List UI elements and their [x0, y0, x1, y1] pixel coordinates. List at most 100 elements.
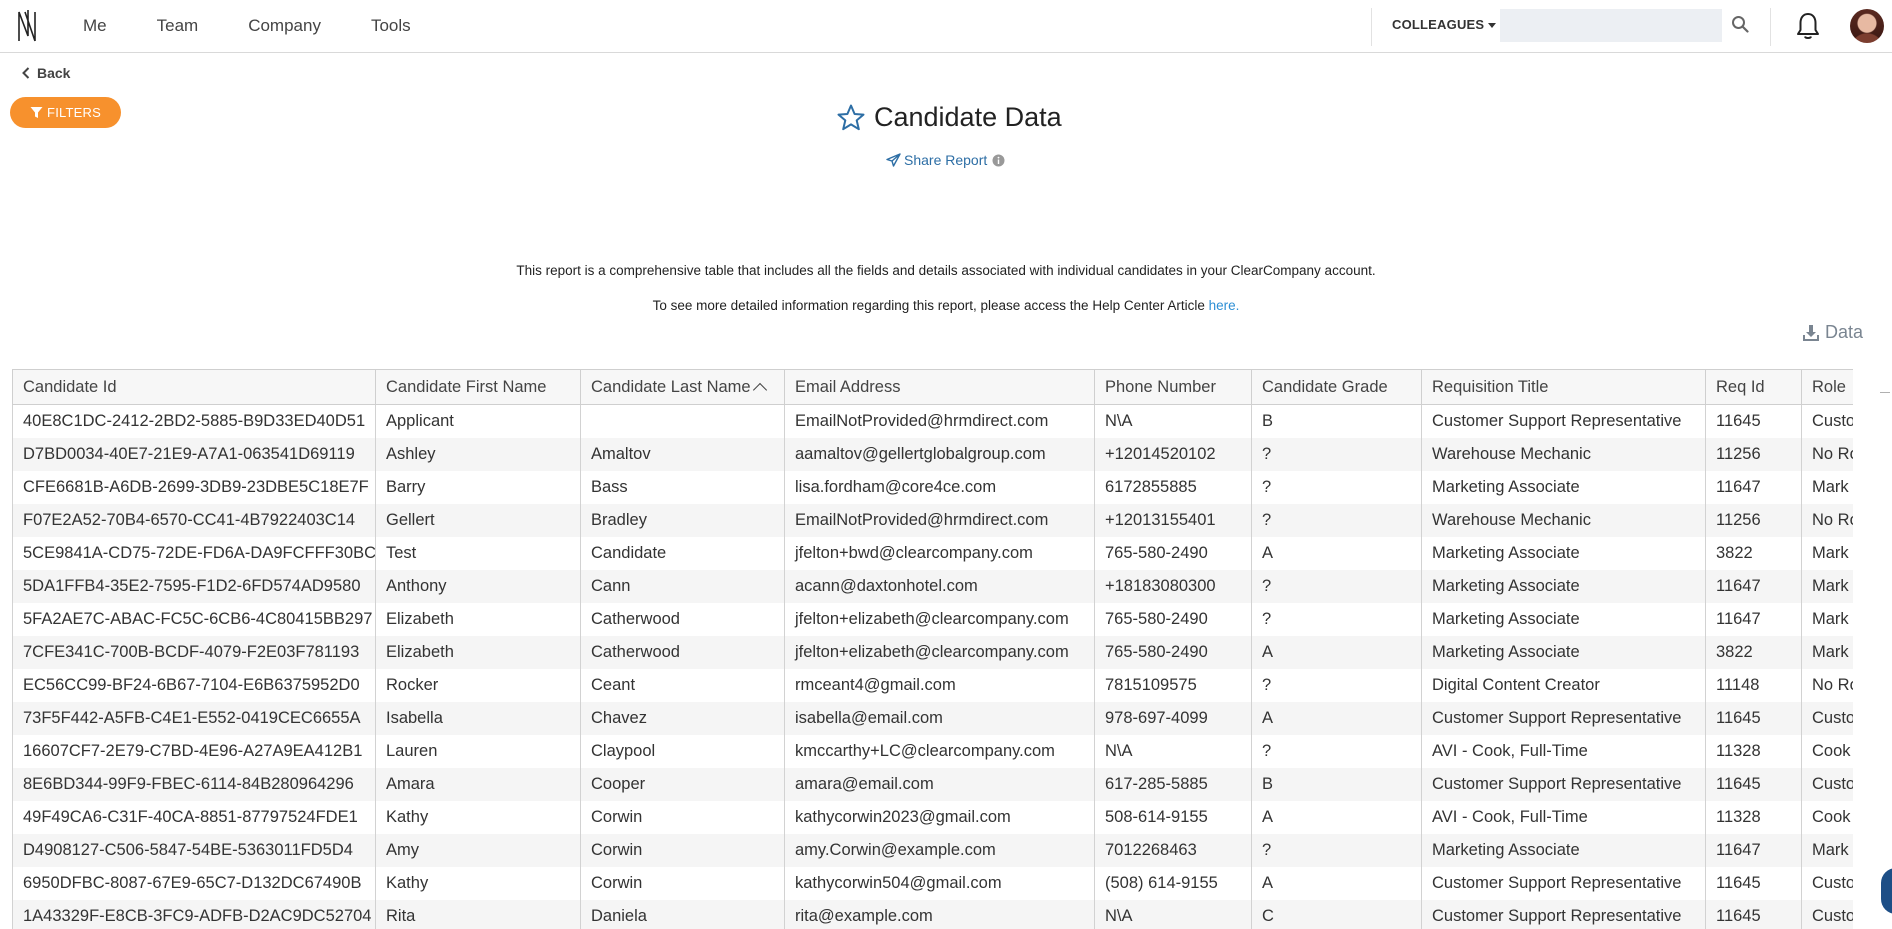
- nav-me[interactable]: Me: [83, 16, 107, 36]
- column-header[interactable]: Candidate Id: [13, 370, 376, 405]
- column-header-label: Candidate Id: [23, 378, 117, 396]
- table-row[interactable]: D7BD0034-40E7-21E9-A7A1-063541D69119Ashl…: [13, 438, 1854, 471]
- table-cell: 40E8C1DC-2412-2BD2-5885-B9D33ED40D51: [13, 405, 376, 439]
- table-cell: 765-580-2490: [1095, 537, 1252, 570]
- table-cell: Marketing Associate: [1422, 603, 1706, 636]
- download-data-label: Data: [1825, 322, 1863, 343]
- table-row[interactable]: 49F49CA6-C31F-40CA-8851-87797524FDE1Kath…: [13, 801, 1854, 834]
- nav-team[interactable]: Team: [157, 16, 199, 36]
- table-cell: 978-697-4099: [1095, 702, 1252, 735]
- table-cell: 7CFE341C-700B-BCDF-4079-F2E03F781193: [13, 636, 376, 669]
- table-body: 40E8C1DC-2412-2BD2-5885-B9D33ED40D51Appl…: [13, 405, 1854, 929]
- table-cell: C: [1252, 900, 1422, 929]
- table-cell: Mark: [1802, 570, 1854, 603]
- table-cell: lisa.fordham@core4ce.com: [785, 471, 1095, 504]
- column-header[interactable]: Role: [1802, 370, 1854, 405]
- column-header[interactable]: Candidate Grade: [1252, 370, 1422, 405]
- table-cell: 1A43329F-E8CB-3FC9-ADFB-D2AC9DC52704: [13, 900, 376, 929]
- nav-company[interactable]: Company: [248, 16, 321, 36]
- star-icon[interactable]: [836, 103, 866, 133]
- column-header[interactable]: Phone Number: [1095, 370, 1252, 405]
- info-icon[interactable]: [992, 154, 1005, 167]
- table-cell: EC56CC99-BF24-6B67-7104-E6B6375952D0: [13, 669, 376, 702]
- table-cell: Candidate: [581, 537, 785, 570]
- table-cell: Custo: [1802, 900, 1854, 929]
- sort-ascending-icon[interactable]: [753, 382, 767, 396]
- search-icon[interactable]: [1731, 15, 1749, 33]
- colleagues-dropdown[interactable]: COLLEAGUES: [1392, 17, 1496, 32]
- table-cell: Amara: [376, 768, 581, 801]
- table-cell: 7012268463: [1095, 834, 1252, 867]
- table-row[interactable]: 73F5F442-A5FB-C4E1-E552-0419CEC6655AIsab…: [13, 702, 1854, 735]
- table-row[interactable]: D4908127-C506-5847-54BE-5363011FD5D4AmyC…: [13, 834, 1854, 867]
- table-cell: 6172855885: [1095, 471, 1252, 504]
- table-row[interactable]: EC56CC99-BF24-6B67-7104-E6B6375952D0Rock…: [13, 669, 1854, 702]
- table-cell: Marketing Associate: [1422, 834, 1706, 867]
- table-row[interactable]: 5DA1FFB4-35E2-7595-F1D2-6FD574AD9580Anth…: [13, 570, 1854, 603]
- table-cell: rita@example.com: [785, 900, 1095, 929]
- avatar[interactable]: [1850, 9, 1884, 43]
- search-input[interactable]: [1500, 9, 1722, 42]
- table-cell: No Ro: [1802, 504, 1854, 537]
- table-cell: 11328: [1706, 735, 1802, 768]
- table-cell: 11645: [1706, 768, 1802, 801]
- candidate-table-container[interactable]: Candidate IdCandidate First NameCandidat…: [12, 369, 1853, 929]
- table-row[interactable]: 7CFE341C-700B-BCDF-4079-F2E03F781193Eliz…: [13, 636, 1854, 669]
- column-header[interactable]: Candidate First Name: [376, 370, 581, 405]
- table-row[interactable]: 8E6BD344-99F9-FBEC-6114-84B280964296Amar…: [13, 768, 1854, 801]
- table-cell: 11256: [1706, 504, 1802, 537]
- report-description: This report is a comprehensive table tha…: [0, 263, 1892, 278]
- table-cell: Catherwood: [581, 603, 785, 636]
- table-row[interactable]: 5FA2AE7C-ABAC-FC5C-6CB6-4C80415BB297Eliz…: [13, 603, 1854, 636]
- table-header-row: Candidate IdCandidate First NameCandidat…: [13, 370, 1854, 405]
- table-row[interactable]: 6950DFBC-8087-67E9-65C7-D132DC67490BKath…: [13, 867, 1854, 900]
- share-report-link[interactable]: Share Report: [886, 152, 1008, 168]
- table-cell: No Ro: [1802, 669, 1854, 702]
- column-header[interactable]: Req Id: [1706, 370, 1802, 405]
- table-cell: Customer Support Representative: [1422, 768, 1706, 801]
- table-cell: ?: [1252, 438, 1422, 471]
- scrollbar-indicator[interactable]: [1880, 392, 1890, 393]
- bell-icon[interactable]: [1795, 11, 1821, 41]
- paper-plane-icon: [886, 153, 901, 167]
- table-cell: D7BD0034-40E7-21E9-A7A1-063541D69119: [13, 438, 376, 471]
- table-row[interactable]: 40E8C1DC-2412-2BD2-5885-B9D33ED40D51Appl…: [13, 405, 1854, 439]
- table-cell: acann@daxtonhotel.com: [785, 570, 1095, 603]
- column-header[interactable]: Candidate Last Name: [581, 370, 785, 405]
- table-cell: [581, 405, 785, 439]
- table-cell: A: [1252, 867, 1422, 900]
- back-link[interactable]: Back: [22, 65, 70, 81]
- download-data-button[interactable]: Data: [1802, 322, 1863, 343]
- help-center-link[interactable]: here.: [1209, 298, 1240, 313]
- table-row[interactable]: F07E2A52-70B4-6570-CC41-4B7922403C14Gell…: [13, 504, 1854, 537]
- table-row[interactable]: 16607CF7-2E79-C7BD-4E96-A27A9EA412B1Laur…: [13, 735, 1854, 768]
- table-cell: Cooper: [581, 768, 785, 801]
- table-cell: Marketing Associate: [1422, 471, 1706, 504]
- column-header[interactable]: Requisition Title: [1422, 370, 1706, 405]
- table-row[interactable]: 1A43329F-E8CB-3FC9-ADFB-D2AC9DC52704Rita…: [13, 900, 1854, 929]
- table-cell: 49F49CA6-C31F-40CA-8851-87797524FDE1: [13, 801, 376, 834]
- table-cell: Customer Support Representative: [1422, 405, 1706, 439]
- table-cell: ?: [1252, 735, 1422, 768]
- table-cell: AVI - Cook, Full-Time: [1422, 735, 1706, 768]
- table-cell: Rocker: [376, 669, 581, 702]
- help-widget-button[interactable]: [1881, 868, 1892, 914]
- column-header[interactable]: Email Address: [785, 370, 1095, 405]
- table-cell: jfelton+bwd@clearcompany.com: [785, 537, 1095, 570]
- table-cell: B: [1252, 768, 1422, 801]
- table-cell: 11645: [1706, 405, 1802, 439]
- table-cell: N\A: [1095, 735, 1252, 768]
- table-row[interactable]: 5CE9841A-CD75-72DE-FD6A-DA9FCFFF30BCTest…: [13, 537, 1854, 570]
- help-text: To see more detailed information regardi…: [0, 298, 1892, 313]
- table-cell: Corwin: [581, 801, 785, 834]
- nav-tools[interactable]: Tools: [371, 16, 411, 36]
- table-row[interactable]: CFE6681B-A6DB-2699-3DB9-23DBE5C18E7FBarr…: [13, 471, 1854, 504]
- download-icon: [1802, 324, 1820, 342]
- table-cell: ?: [1252, 504, 1422, 537]
- column-header-label: Role: [1812, 378, 1846, 396]
- table-cell: Lauren: [376, 735, 581, 768]
- logo-icon[interactable]: [16, 8, 38, 44]
- table-cell: Ceant: [581, 669, 785, 702]
- filters-button[interactable]: FILTERS: [10, 97, 121, 128]
- table-cell: Custo: [1802, 768, 1854, 801]
